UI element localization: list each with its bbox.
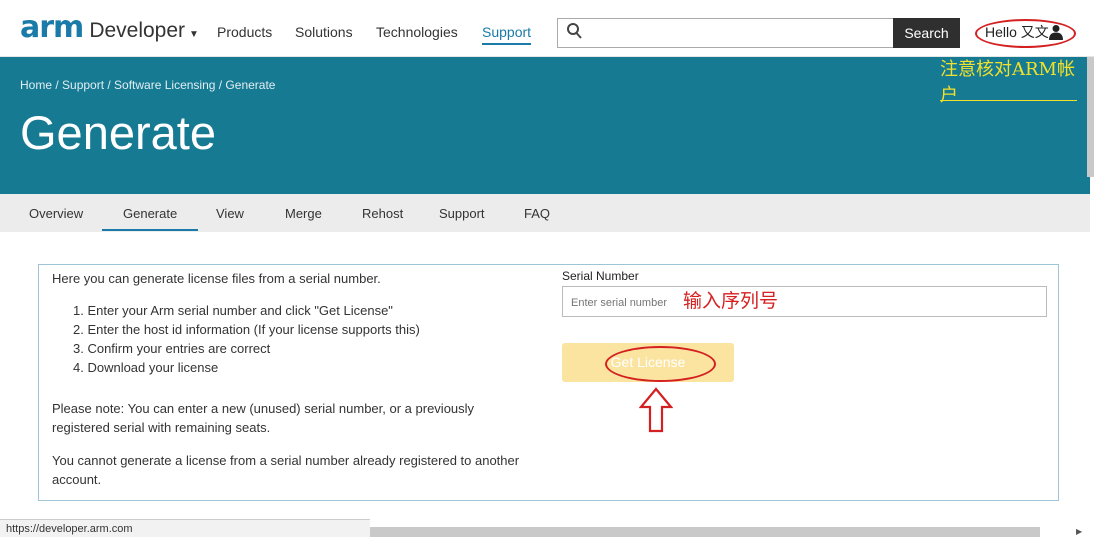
- annotation-oval-get-license: [605, 346, 716, 382]
- step-item: 1. Enter your Arm serial number and clic…: [73, 303, 393, 318]
- step-item: 3. Confirm your entries are correct: [73, 341, 271, 356]
- status-bar-url: https://developer.arm.com: [0, 519, 370, 537]
- vertical-scrollbar[interactable]: [1087, 57, 1094, 177]
- tab-rehost[interactable]: Rehost: [362, 206, 403, 221]
- tab-overview[interactable]: Overview: [29, 206, 83, 221]
- note-text: Please note: You can enter a new (unused…: [52, 401, 475, 435]
- tab-merge[interactable]: Merge: [285, 206, 322, 221]
- licensing-tabs: Overview Generate View Merge Rehost Supp…: [0, 194, 1090, 232]
- tab-generate[interactable]: Generate: [102, 206, 199, 231]
- annotation-oval-account: [975, 19, 1076, 48]
- page-banner: Home / Support / Software Licensing / Ge…: [0, 57, 1090, 194]
- serial-number-input[interactable]: [569, 293, 683, 313]
- steps-list: 1. Enter your Arm serial number and clic…: [73, 301, 420, 377]
- search-button[interactable]: Search: [893, 18, 960, 48]
- tab-faq[interactable]: FAQ: [524, 206, 550, 221]
- tab-support[interactable]: Support: [439, 206, 485, 221]
- nav-products[interactable]: Products: [217, 24, 272, 40]
- horizontal-scrollbar[interactable]: [370, 527, 1040, 537]
- step-item: 2. Enter the host id information (If you…: [73, 322, 420, 337]
- page-title: Generate: [20, 106, 216, 159]
- search-icon: [566, 22, 582, 45]
- serial-number-label: Serial Number: [562, 269, 639, 283]
- caret-down-icon[interactable]: ▼: [189, 29, 199, 40]
- tab-view[interactable]: View: [216, 206, 244, 221]
- up-arrow-annotation-icon: [638, 387, 674, 433]
- annotation-check-account: 注意核对ARM帐户: [940, 59, 1075, 106]
- top-navigation-bar: arm Developer ▼ Products Solutions Techn…: [0, 0, 1094, 57]
- scroll-right-arrow-icon[interactable]: ▶: [1076, 527, 1082, 536]
- generate-panel: Here you can generate license files from…: [38, 264, 1059, 501]
- nav-support[interactable]: Support: [482, 24, 532, 45]
- restriction-text: You cannot generate a license from a ser…: [52, 453, 520, 487]
- search-input[interactable]: [590, 22, 884, 44]
- nav-solutions[interactable]: Solutions: [295, 24, 353, 40]
- annotation-underline: [940, 100, 1077, 101]
- nav-technologies[interactable]: Technologies: [376, 24, 458, 40]
- breadcrumb[interactable]: Home / Support / Software Licensing / Ge…: [20, 78, 275, 92]
- developer-menu-label[interactable]: Developer: [89, 19, 185, 43]
- arm-developer-logo[interactable]: arm Developer ▼: [20, 10, 199, 46]
- intro-text: Here you can generate license files from…: [52, 271, 381, 286]
- serial-number-field[interactable]: [562, 286, 1047, 317]
- search-box: [557, 18, 894, 48]
- arm-logo-text: arm: [20, 10, 84, 45]
- annotation-enter-serial: 输入序列号: [683, 290, 779, 312]
- step-item: 4. Download your license: [73, 360, 219, 375]
